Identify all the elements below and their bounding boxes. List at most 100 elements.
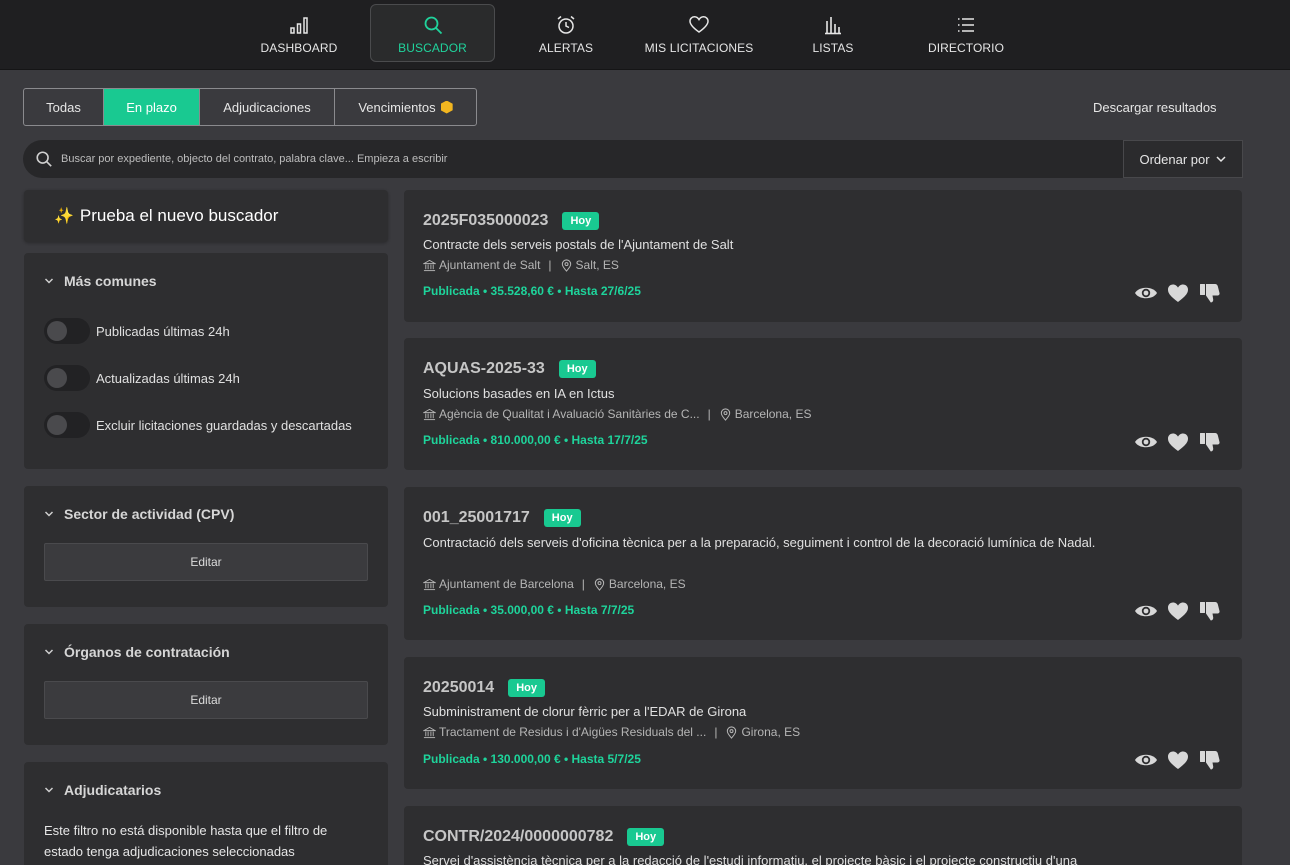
toggle-excluir-guardadas[interactable] [44,412,90,438]
card-code-row: 001_25001717 Hoy [423,509,581,527]
edit-organos-button[interactable]: Editar [44,681,368,719]
result-card[interactable]: AQUAS-2025-33 Hoy Solucions basades en IA… [404,338,1242,470]
toggle-publicadas-24h[interactable] [44,318,90,344]
contract-title[interactable]: Subministrament de clorur fèrric per a l… [423,702,1143,722]
nav-alertas[interactable]: ALERTAS [516,4,616,62]
nav-label: BUSCADOR [398,41,467,55]
card-meta: Ajuntament de Salt | Salt, ES [423,258,619,272]
eye-icon[interactable] [1134,600,1158,622]
today-badge: Hoy [627,828,665,846]
tab-label: Todas [46,99,81,115]
result-card[interactable]: 2025F035000023 Hoy Contracte dels serveis… [404,190,1242,322]
tab-label: Adjudicaciones [223,99,311,115]
card-actions [1126,600,1222,622]
toggle-knob [47,415,67,435]
organos-header[interactable]: Órganos de contratación [44,644,230,660]
search-icon [424,16,442,35]
today-badge: Hoy [558,360,596,378]
thumbs-down-icon[interactable] [1198,282,1222,304]
tab-adjudicaciones[interactable]: Adjudicaciones [200,89,335,125]
nav-label: DIRECTORIO [927,41,1005,55]
cpv-sector-header[interactable]: Sector de actividad (CPV) [44,506,234,522]
card-meta: Tractament de Residus i d'Aigües Residua… [423,725,800,739]
panel-title: Más comunes [64,273,157,289]
tab-todas[interactable]: Todas [24,89,104,125]
adjudicatarios-header[interactable]: Adjudicatarios [44,782,161,798]
status-line: Publicada • 35.000,00 € • Hasta 7/7/25 [423,603,635,617]
nav-buscador[interactable]: BUSCADOR [370,4,495,62]
tab-en-plazo[interactable]: En plazo [104,89,200,125]
alarm-clock-icon [557,15,575,34]
eye-icon[interactable] [1134,431,1158,453]
toggle-actualizadas-24h[interactable] [44,365,90,391]
toggle-knob [47,368,67,388]
chevron-down-icon [1216,156,1226,163]
common-filters-panel: Más comunes Publicadas últimas 24h Actua… [24,253,388,469]
card-actions [1126,431,1222,453]
card-actions [1126,749,1222,771]
nav-listas[interactable]: LISTAS [783,4,883,62]
tab-vencimientos[interactable]: Vencimientos [335,89,476,125]
bar-chart-icon [290,17,308,34]
nav-dashboard[interactable]: DASHBOARD [244,4,354,62]
card-code-row: AQUAS-2025-33 Hoy [423,360,596,378]
edit-cpv-button[interactable]: Editar [44,543,368,581]
chevron-down-icon [44,511,54,517]
location: Salt, ES [575,258,619,272]
heart-icon[interactable] [1166,749,1190,771]
toggle-row: Excluir licitaciones guardadas y descart… [44,412,352,438]
contract-title[interactable]: Contracte dels serveis postals de l'Ajun… [423,235,1143,255]
adjudicatarios-panel: Adjudicatarios Este filtro no está dispo… [24,762,388,865]
nav-label: DASHBOARD [260,41,338,55]
heart-icon[interactable] [1166,600,1190,622]
try-new-label: Prueba el nuevo buscador [79,206,279,225]
card-code-row: 20250014 Hoy [423,679,545,697]
download-results-link[interactable]: Descargar resultados [1093,100,1217,115]
panel-title: Sector de actividad (CPV) [64,506,235,522]
building-icon [423,578,436,590]
nav-label: MIS LICITACIONES [644,41,754,55]
expedient-code: 001_25001717 [423,509,530,526]
eye-icon[interactable] [1134,749,1158,771]
tab-label: En plazo [126,99,177,115]
result-card[interactable]: CONTR/2024/0000000782 Hoy Servei d'assist… [404,806,1242,865]
result-card[interactable]: 001_25001717 Hoy Contractació dels servei… [404,487,1242,640]
premium-coin-icon [440,100,453,114]
columns-chart-icon [825,17,841,35]
contract-title[interactable]: Contractació dels serveis d'oficina tècn… [423,533,1143,553]
adjudicatarios-note: Este filtro no está disponible hasta que… [44,823,328,859]
organ-name: Ajuntament de Salt [439,258,541,272]
common-filters-header[interactable]: Más comunes [44,273,157,289]
location-pin-icon [727,725,737,739]
heart-icon[interactable] [1166,282,1190,304]
panel-title: Órganos de contratación [64,644,230,660]
organ-name: Tractament de Residus i d'Aigües Residua… [439,725,707,739]
thumbs-down-icon[interactable] [1198,431,1222,453]
try-new-search-banner[interactable]: ✨ Prueba el nuevo buscador [24,190,388,242]
thumbs-down-icon[interactable] [1198,749,1222,771]
location-pin-icon [720,407,730,421]
heart-icon[interactable] [1166,431,1190,453]
search-input[interactable] [61,153,1061,165]
status-line: Publicada • 130.000,00 € • Hasta 5/7/25 [423,752,641,766]
expedient-code: 2025F035000023 [423,212,549,229]
sparkles-icon: ✨ [54,208,74,225]
nav-mis-licitaciones[interactable]: MIS LICITACIONES [639,4,759,62]
card-code-row: CONTR/2024/0000000782 Hoy [423,828,665,846]
separator: | [581,577,585,591]
contract-title[interactable]: Servei d'assistència tècnica per a la re… [423,851,1183,865]
toggle-knob [47,321,67,341]
result-card[interactable]: 20250014 Hoy Subministrament de clorur fè… [404,657,1242,789]
list-icon [958,18,974,32]
contract-title[interactable]: Solucions basades en IA en Ictus [423,384,1143,404]
eye-icon[interactable] [1134,282,1158,304]
today-badge: Hoy [508,679,545,697]
location: Barcelona, ES [734,407,812,421]
building-icon [423,726,436,738]
toggle-label: Excluir licitaciones guardadas y descart… [96,417,352,433]
heart-icon [689,16,709,33]
nav-directorio[interactable]: DIRECTORIO [916,4,1016,62]
order-by-dropdown[interactable]: Ordenar por [1123,140,1243,178]
card-actions [1126,282,1222,304]
thumbs-down-icon[interactable] [1198,600,1222,622]
